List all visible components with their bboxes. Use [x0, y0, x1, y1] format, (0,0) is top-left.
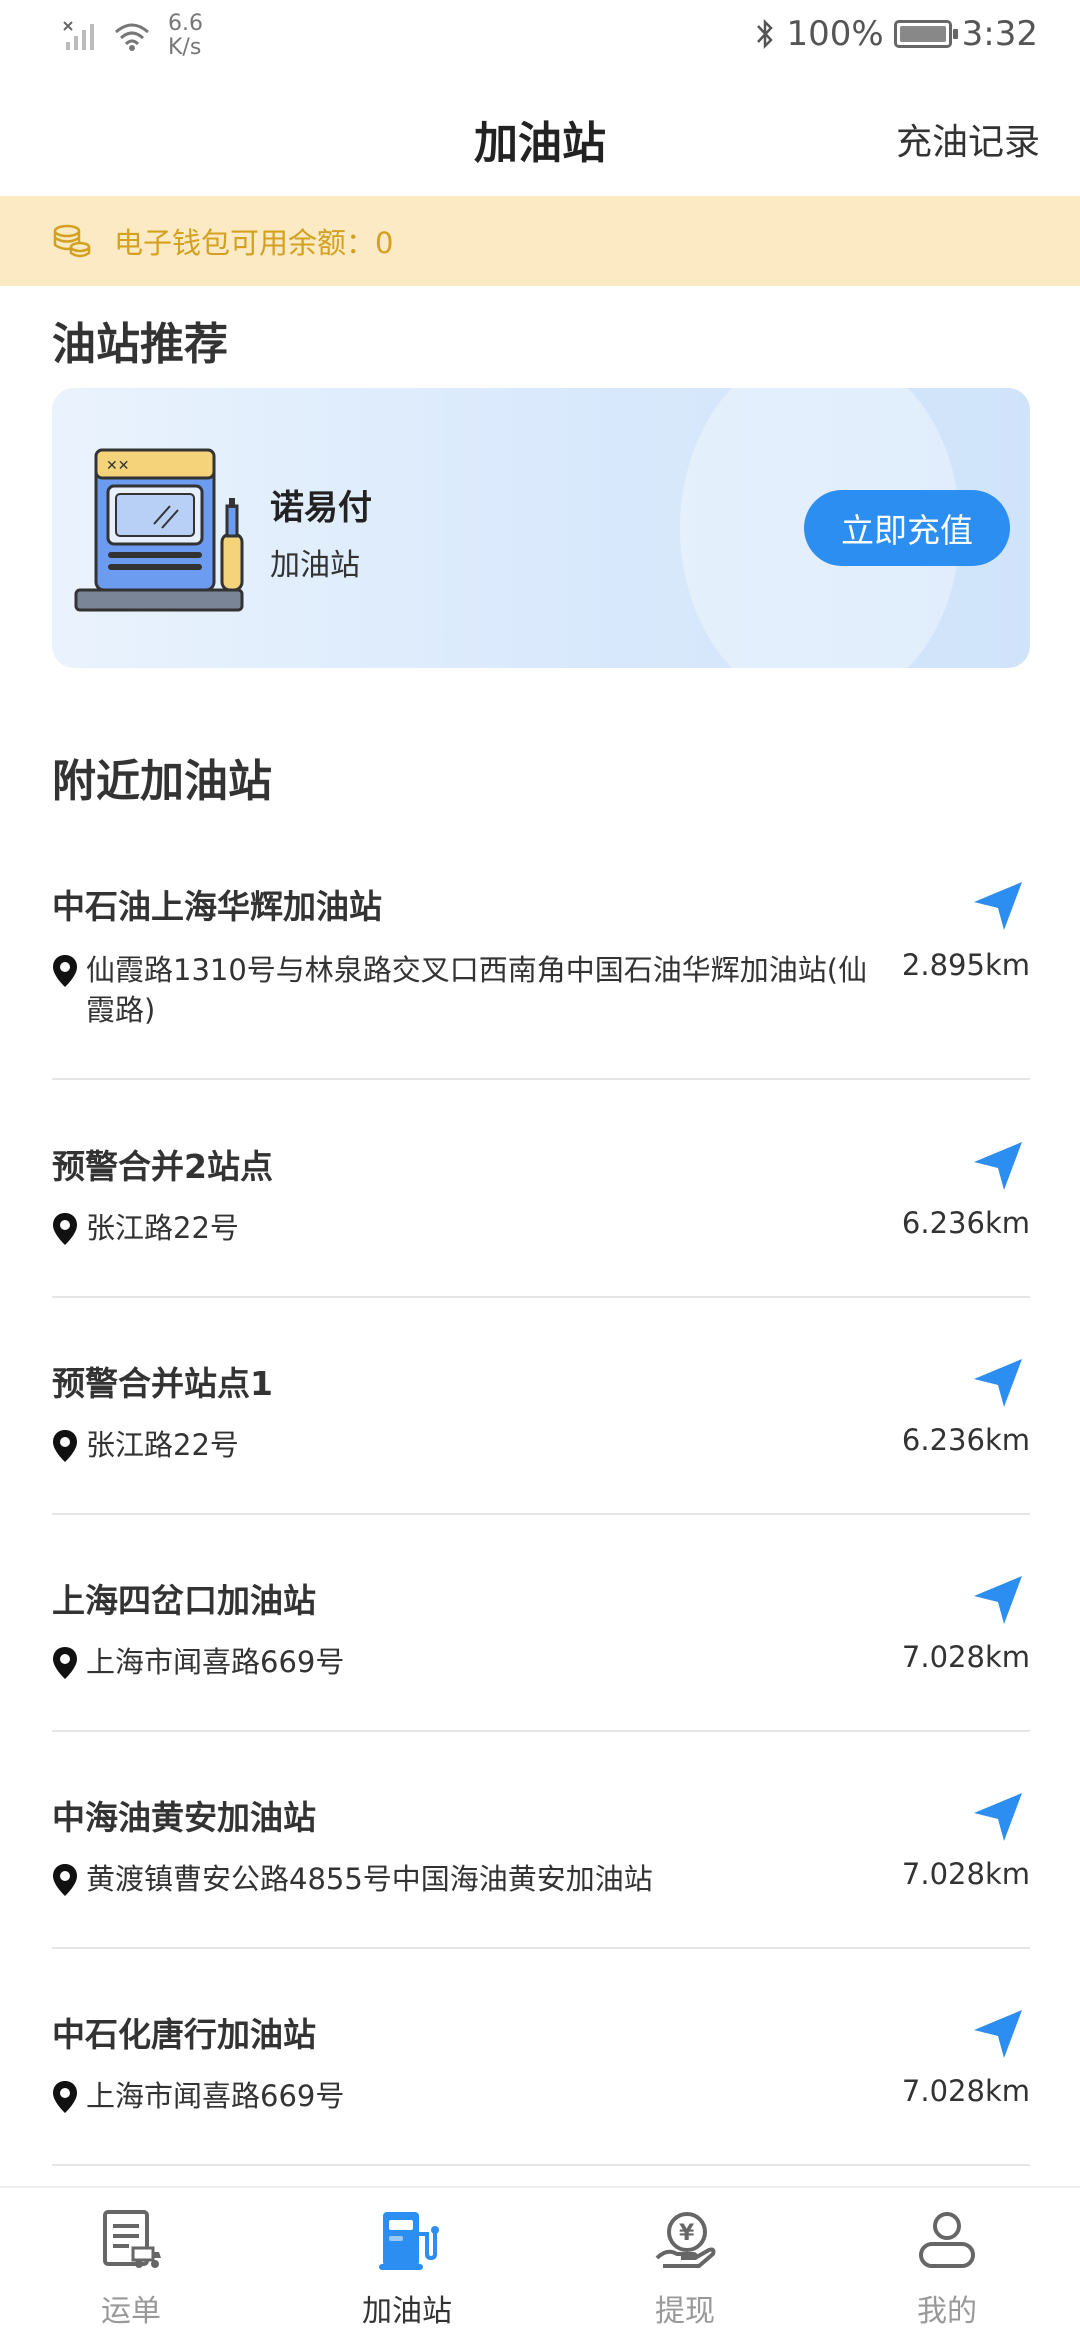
battery-icon	[893, 20, 958, 48]
net-speed: 6.6 K/s	[168, 12, 203, 60]
status-bar: 6.6 K/s 100% 3:32	[0, 0, 1080, 75]
station-address-text: 张江路22号	[86, 1428, 239, 1462]
navigate-icon[interactable]	[970, 1572, 1026, 1628]
location-pin-icon	[53, 1430, 77, 1462]
location-pin-icon	[53, 955, 77, 987]
station-distance: 2.895km	[901, 948, 1030, 982]
station-name: 预警合并2站点	[52, 1147, 273, 1186]
status-left: 6.6 K/s	[62, 12, 203, 60]
net-speed-unit: K/s	[168, 35, 202, 60]
wifi-icon	[115, 23, 149, 51]
station-address: 张江路22号	[52, 1425, 886, 1465]
tab-waybill-label: 运单	[101, 2294, 161, 2329]
bluetooth-icon	[757, 18, 774, 50]
station-address-text: 黄渡镇曹安公路4855号中国海油黄安加油站	[86, 1862, 653, 1896]
station-distance: 7.028km	[901, 1640, 1030, 1674]
gas-station-icon	[379, 2212, 439, 2270]
station-item[interactable]: 预警合并站点1 张江路22号 6.236km	[52, 1357, 1030, 1515]
nav-bar: 加油站 充油记录	[0, 75, 1080, 195]
station-item[interactable]: 中石油上海华辉加油站 仙霞路1310号与林泉路交叉口西南角中国石油华辉加油站(仙…	[52, 880, 1030, 1080]
tab-profile-label: 我的	[917, 2294, 977, 2329]
station-address: 黄渡镇曹安公路4855号中国海油黄安加油站	[52, 1859, 886, 1899]
wallet-banner: 电子钱包可用余额：0	[0, 196, 1080, 286]
tab-withdraw-label: 提现	[655, 2294, 715, 2329]
station-address: 仙霞路1310号与林泉路交叉口西南角中国石油华辉加油站(仙霞路)	[52, 950, 886, 1030]
station-name: 中石化唐行加油站	[52, 2015, 316, 2054]
station-item[interactable]: 中海油黄安加油站 黄渡镇曹安公路4855号中国海油黄安加油站 7.028km	[52, 1791, 1030, 1949]
gas-pump-illustration: ✕✕	[74, 448, 244, 612]
tab-profile[interactable]: 我的	[857, 2208, 1037, 2330]
location-pin-icon	[53, 1213, 77, 1245]
refuel-records-link[interactable]: 充油记录	[896, 113, 1040, 165]
wallet-balance: 电子钱包可用余额：0	[114, 226, 394, 260]
location-pin-icon	[53, 2081, 77, 2113]
station-item[interactable]: 上海四岔口加油站 上海市闻喜路669号 7.028km	[52, 1574, 1030, 1732]
recommend-station-name: 诺易付	[270, 488, 372, 528]
tab-gas-station-label: 加油站	[362, 2294, 452, 2329]
recommend-card[interactable]: ✕✕ 诺易付 加油站 立即充值	[52, 388, 1030, 668]
recommend-title: 油站推荐	[52, 319, 228, 370]
nearby-title: 附近加油站	[52, 756, 272, 807]
station-item[interactable]: 预警合并2站点 张江路22号 6.236km	[52, 1140, 1030, 1298]
svg-text:✕✕: ✕✕	[106, 458, 129, 474]
recharge-now-button[interactable]: 立即充值	[804, 490, 1010, 566]
station-distance: 7.028km	[901, 1857, 1030, 1891]
coins-icon	[53, 224, 91, 258]
navigate-icon[interactable]	[970, 878, 1026, 934]
tab-waybill[interactable]: 运单	[41, 2208, 221, 2330]
station-distance: 7.028km	[901, 2074, 1030, 2108]
gas-station-page: 6.6 K/s 100% 3:32 加油站 充油记录 电子钱包可用余额：0 油站…	[0, 0, 1080, 2340]
bottom-tab-bar: 运单 加油站 ¥ 提现 我的	[0, 2186, 1080, 2340]
station-item[interactable]: 中石化唐行加油站 上海市闻喜路669号 7.028km	[52, 2008, 1030, 2166]
signal-icon	[63, 21, 94, 50]
location-pin-icon	[53, 1647, 77, 1679]
location-pin-icon	[53, 1864, 77, 1896]
battery-percent: 100%	[786, 14, 884, 54]
status-right: 100% 3:32	[754, 14, 1038, 54]
tab-gas-station[interactable]: 加油站	[317, 2208, 497, 2330]
station-address-text: 仙霞路1310号与林泉路交叉口西南角中国石油华辉加油站(仙霞路)	[86, 953, 868, 1027]
station-address: 上海市闻喜路669号	[52, 1642, 886, 1682]
navigate-icon[interactable]	[970, 2006, 1026, 2062]
net-speed-value: 6.6	[168, 11, 203, 36]
station-name: 预警合并站点1	[52, 1364, 273, 1403]
recommend-station-type: 加油站	[270, 548, 360, 583]
station-name: 上海四岔口加油站	[52, 1581, 316, 1620]
clock: 3:32	[961, 14, 1038, 54]
station-address: 张江路22号	[52, 1208, 886, 1248]
navigate-icon[interactable]	[970, 1138, 1026, 1194]
withdraw-icon: ¥	[655, 2212, 716, 2268]
navigate-icon[interactable]	[970, 1355, 1026, 1411]
station-distance: 6.236km	[901, 1206, 1030, 1240]
tab-withdraw[interactable]: ¥ 提现	[595, 2208, 775, 2330]
navigate-icon[interactable]	[970, 1789, 1026, 1845]
station-address: 上海市闻喜路669号	[52, 2076, 886, 2116]
station-name: 中石油上海华辉加油站	[52, 887, 382, 926]
station-address-text: 上海市闻喜路669号	[86, 2079, 345, 2113]
svg-text:¥: ¥	[679, 2221, 695, 2246]
waybill-icon	[103, 2210, 161, 2268]
station-distance: 6.236km	[901, 1423, 1030, 1457]
profile-icon	[919, 2212, 975, 2268]
station-name: 中海油黄安加油站	[52, 1798, 316, 1837]
station-address-text: 上海市闻喜路669号	[86, 1645, 345, 1679]
station-address-text: 张江路22号	[86, 1211, 239, 1245]
